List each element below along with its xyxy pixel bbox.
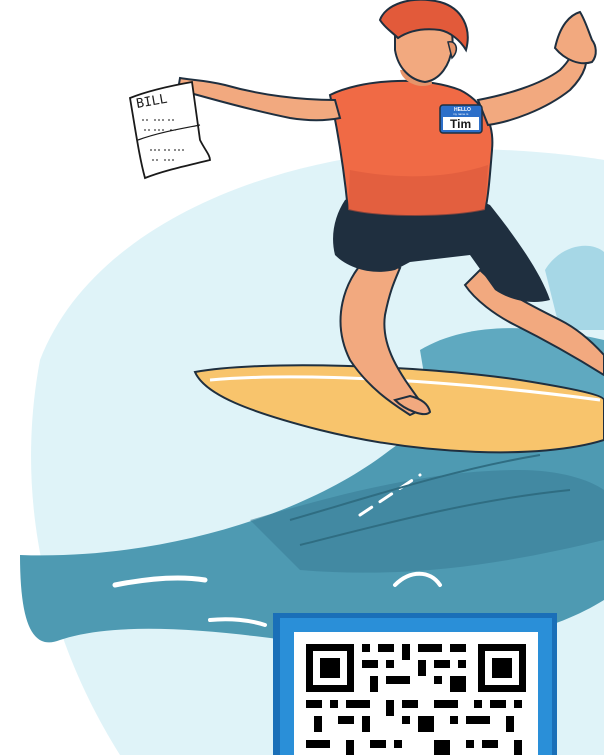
name-tag-name: Tim [450, 117, 471, 131]
name-tag-subheader: my name is [453, 112, 469, 116]
qr-finder-left [306, 644, 354, 692]
right-hand [553, 10, 597, 65]
surfer-illustration: HELLO my name is Tim BILL [20, 0, 604, 755]
qr-code-icon [273, 613, 557, 755]
qr-finder-right [478, 644, 526, 692]
left-arm [176, 76, 342, 122]
bill-paper-icon: BILL [128, 80, 211, 180]
name-tag: HELLO my name is Tim [439, 104, 483, 134]
